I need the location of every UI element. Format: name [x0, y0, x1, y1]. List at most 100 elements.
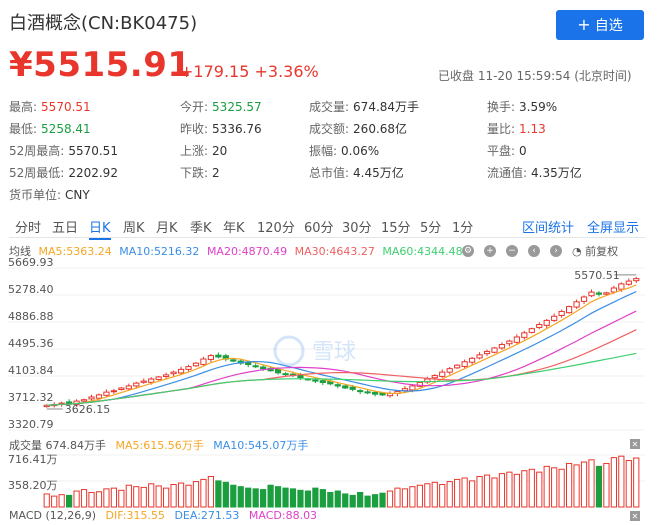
volume-bar	[573, 464, 580, 508]
volume-bar	[618, 455, 625, 508]
price-tick-label: 4495.36	[8, 337, 54, 350]
candle-body	[274, 369, 282, 374]
candlestick-chart[interactable]: 雪球 5669.93 5278.40 4886.88 4495.36 4103.84 37…	[0, 256, 660, 436]
volume-bar	[558, 468, 565, 508]
price-tick-label: 3320.79	[8, 418, 54, 431]
volume-bar	[431, 481, 438, 508]
candle-body	[573, 301, 580, 308]
price-change: +179.15 +3.36%	[180, 62, 319, 81]
volume-bar	[483, 474, 491, 508]
candle-body	[252, 365, 259, 368]
candle-body	[118, 387, 125, 391]
candle-body	[506, 340, 513, 345]
volume-bar	[95, 491, 103, 508]
volume-bar	[625, 460, 632, 508]
tab-wuri[interactable]: 五日	[52, 217, 78, 236]
tab-jik[interactable]: 季K	[190, 217, 212, 236]
volume-bar	[349, 494, 356, 508]
stat-fall: 下跌: 2	[180, 166, 220, 180]
stat-amount: 成交额: 260.68亿	[309, 122, 408, 136]
volume-bar	[185, 484, 192, 508]
candle-body	[595, 292, 603, 295]
macd-dif-legend: DIF:315.55	[105, 509, 165, 522]
volume-bar	[245, 487, 252, 508]
tab-1[interactable]: 1分	[452, 217, 473, 236]
volume-bar	[513, 473, 520, 508]
candle-body	[170, 371, 177, 375]
tab-zhouk[interactable]: 周K	[123, 217, 145, 236]
candle-body	[431, 375, 438, 379]
watermark-text: 雪球	[312, 340, 356, 365]
volume-bar	[252, 488, 259, 508]
volume-bar	[468, 480, 476, 508]
close-volume-icon[interactable]: ✕	[630, 439, 640, 449]
candle-body	[461, 361, 468, 367]
stat-prev-close: 昨收: 5336.76	[180, 122, 262, 136]
volume-bar	[498, 473, 506, 508]
volume-bar	[506, 471, 513, 508]
tab-60[interactable]: 60分	[304, 217, 334, 236]
tab-niank[interactable]: 年K	[223, 217, 245, 236]
stat-high: 最高: 5570.51	[9, 100, 91, 114]
candle-body	[342, 385, 349, 389]
stat-currency: 货币单位: CNY	[9, 188, 90, 202]
volume-bar	[633, 457, 640, 508]
tab-30[interactable]: 30分	[342, 217, 372, 236]
candle-body	[334, 384, 341, 387]
interval-stats-link[interactable]: 区间统计	[522, 217, 574, 236]
candle-body	[528, 328, 535, 333]
tab-120[interactable]: 120分	[257, 217, 295, 236]
volume-bar	[170, 483, 177, 508]
volume-bar	[401, 488, 409, 508]
change-pct: +3.36%	[254, 62, 319, 81]
volume-bar	[207, 476, 215, 508]
candle-body	[140, 380, 147, 383]
tab-rik[interactable]: 日K	[89, 217, 111, 240]
volume-bar	[543, 465, 550, 508]
watermark: 雪球	[273, 335, 356, 367]
candle-body	[551, 315, 558, 321]
volume-bar	[379, 492, 386, 508]
volume-bar	[51, 495, 58, 508]
volume-bar	[282, 487, 289, 508]
volume-bar	[491, 477, 498, 508]
volume-bar	[260, 489, 267, 508]
candle-body	[543, 319, 550, 326]
volume-bar	[439, 483, 446, 508]
volume-bar	[424, 483, 431, 508]
candle-body	[603, 292, 610, 295]
candle-body	[625, 280, 632, 285]
candle-body	[103, 391, 110, 396]
volume-bar	[319, 489, 326, 508]
volume-bar	[148, 483, 155, 508]
fullscreen-link[interactable]: 全屏显示	[587, 217, 639, 236]
volume-chart[interactable]: 716.41万 358.20万	[0, 451, 660, 509]
volume-bar	[364, 495, 371, 508]
add-button-label: 自选	[594, 18, 623, 34]
candle-body	[610, 287, 617, 293]
candle-body	[200, 358, 207, 365]
volume-bar	[140, 486, 147, 508]
stat-rise: 上涨: 20	[180, 144, 228, 158]
candle-body	[409, 385, 416, 391]
volume-bar	[88, 491, 95, 508]
tab-15[interactable]: 15分	[381, 217, 411, 236]
volume-bar	[58, 494, 65, 508]
min-price-label: 3626.15	[65, 403, 111, 416]
tab-5[interactable]: 5分	[420, 217, 441, 236]
candle-body	[80, 399, 88, 402]
tab-yuek[interactable]: 月K	[156, 217, 178, 236]
period-tabs: 分时 五日 日K 周K 月K 季K 年K 120分 60分 30分 15分 5分…	[9, 213, 645, 240]
stat-amplitude: 振幅: 0.06%	[309, 144, 380, 158]
tab-fenshi[interactable]: 分时	[15, 217, 41, 236]
volume-bar	[409, 486, 416, 508]
close-macd-icon[interactable]: ✕	[630, 511, 640, 521]
candle-body	[498, 344, 506, 349]
volume-bar	[237, 486, 244, 508]
add-to-watchlist-button[interactable]: + 自选	[556, 10, 644, 40]
candle-body	[521, 332, 528, 338]
candle-body	[633, 278, 640, 282]
stat-low: 最低: 5258.41	[9, 122, 91, 136]
volume-bar	[521, 470, 528, 508]
volume-bar	[386, 490, 394, 508]
